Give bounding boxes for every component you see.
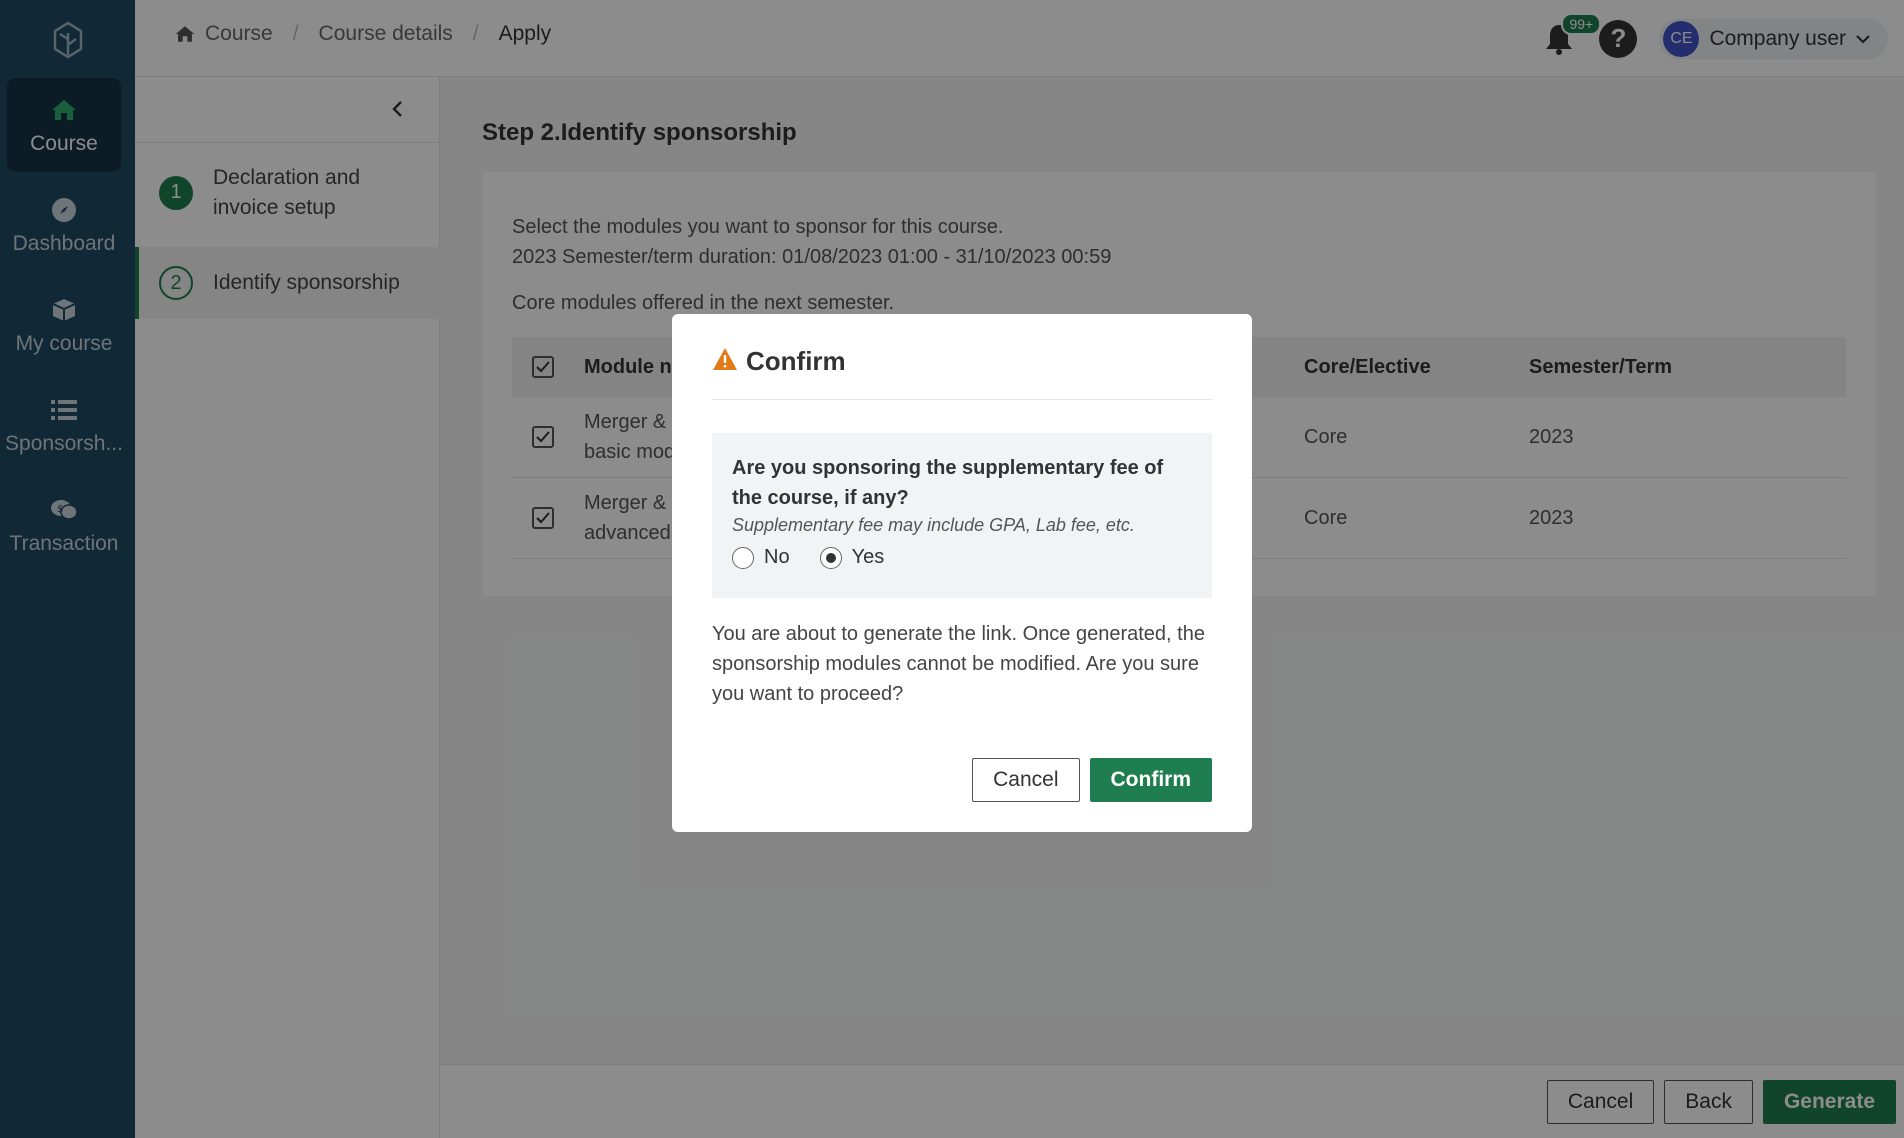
radio-no-circle[interactable] <box>732 546 754 569</box>
dialog-confirm-button[interactable]: Confirm <box>1089 758 1212 802</box>
radio-no[interactable]: No <box>732 546 790 569</box>
dialog-cancel-button[interactable]: Cancel <box>972 758 1080 802</box>
dialog-message: You are about to generate the link. Once… <box>712 623 1205 705</box>
question-text: Are you sponsoring the supplementary fee… <box>732 457 1164 509</box>
radio-yes-label: Yes <box>851 546 885 568</box>
warning-icon <box>713 348 737 370</box>
dialog-header: Confirm <box>712 346 1212 400</box>
supplementary-fee-question: Are you sponsoring the supplementary fee… <box>712 433 1212 598</box>
question-hint: Supplementary fee may include GPA, Lab f… <box>732 515 1135 535</box>
dialog-title: Confirm <box>746 346 846 376</box>
radio-no-label: No <box>764 546 790 568</box>
dialog-actions: Cancel Confirm <box>972 758 1212 802</box>
radio-yes[interactable]: Yes <box>819 546 885 569</box>
radio-group: No Yes <box>732 546 1192 569</box>
confirm-dialog: Confirm Are you sponsoring the supplemen… <box>672 314 1252 832</box>
radio-yes-circle[interactable] <box>819 546 842 569</box>
